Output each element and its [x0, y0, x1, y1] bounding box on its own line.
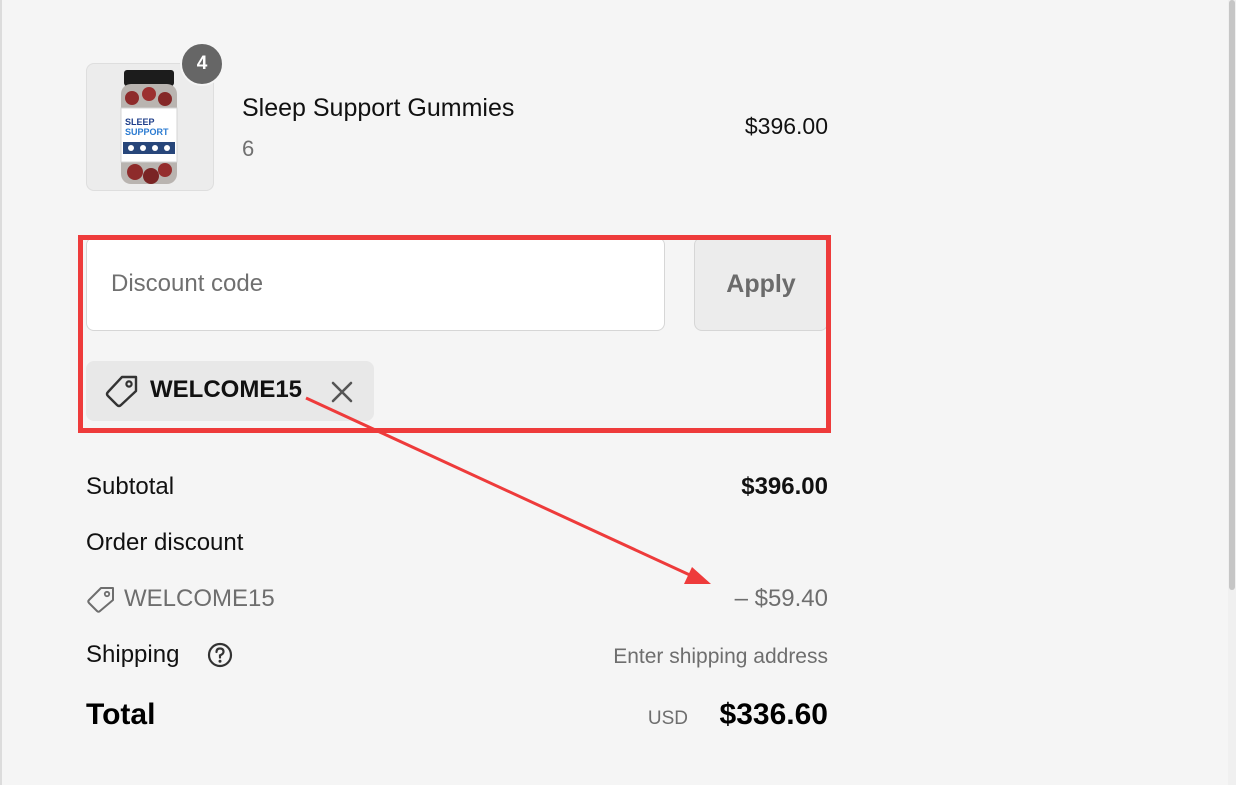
discount-code-label: WELCOME15: [124, 585, 275, 612]
order-discount-label: Order discount: [86, 529, 244, 556]
total-label: Total: [86, 698, 156, 731]
tag-icon: [86, 585, 116, 618]
subtotal-value: $396.00: [741, 473, 828, 500]
subtotal-label: Subtotal: [86, 473, 175, 500]
help-circle-icon[interactable]: [206, 641, 234, 674]
shipping-label: Shipping: [86, 641, 180, 668]
total-currency: USD: [647, 708, 688, 729]
shipping-value: Enter shipping address: [613, 645, 828, 668]
discount-amount: – $59.40: [734, 585, 828, 612]
total-value: $336.60: [719, 698, 828, 731]
